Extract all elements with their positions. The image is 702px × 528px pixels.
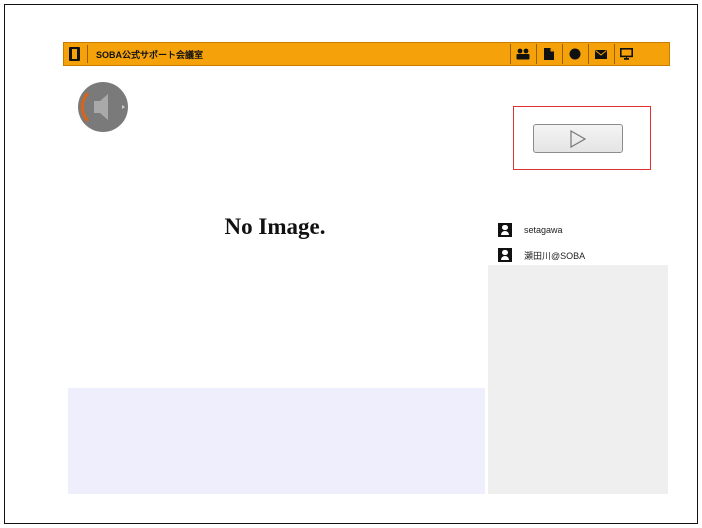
participant-item[interactable]: setagawa xyxy=(498,222,563,238)
play-button[interactable] xyxy=(533,124,623,153)
participants-icon[interactable] xyxy=(510,44,534,64)
toolbar-divider xyxy=(87,45,88,63)
room-door-icon[interactable] xyxy=(69,47,80,61)
user-icon xyxy=(498,223,512,237)
participant-item[interactable]: 瀬田川@SOBA xyxy=(498,247,585,263)
chat-panel[interactable] xyxy=(68,388,485,494)
display-icon[interactable] xyxy=(614,44,638,64)
speaker-icon[interactable] xyxy=(76,80,130,134)
room-title: SOBA公式サポート会議室 xyxy=(96,50,204,60)
play-icon xyxy=(570,129,587,148)
no-image-message: No Image. xyxy=(224,214,326,239)
user-icon xyxy=(498,248,512,262)
mail-icon[interactable] xyxy=(588,44,612,64)
top-toolbar: SOBA公式サポート会議室 xyxy=(63,42,670,66)
participant-name: setagawa xyxy=(524,225,563,235)
participant-name: 瀬田川@SOBA xyxy=(524,250,586,261)
record-icon[interactable] xyxy=(562,44,586,64)
document-icon[interactable] xyxy=(536,44,560,64)
participant-panel xyxy=(488,265,668,494)
